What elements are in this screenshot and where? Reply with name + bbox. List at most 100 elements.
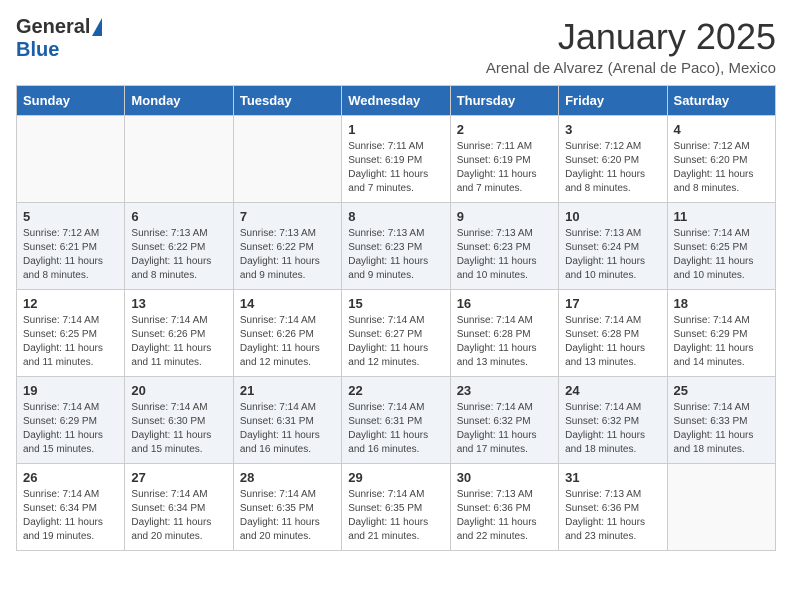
table-row: 26 Sunrise: 7:14 AM Sunset: 6:34 PM Dayli… [17,464,125,551]
day-number: 26 [23,470,118,485]
table-row: 18 Sunrise: 7:14 AM Sunset: 6:29 PM Dayli… [667,290,775,377]
day-detail: Sunrise: 7:14 AM Sunset: 6:25 PM Dayligh… [23,314,118,370]
day-number: 19 [23,383,118,398]
day-number: 21 [240,383,335,398]
table-row: 2Sunrise: 7:11 AM Sunset: 6:19 PM Daylig… [450,116,558,203]
location-title: Arenal de Alvarez (Arenal de Paco), Mexi… [486,60,776,77]
table-row: 19 Sunrise: 7:14 AM Sunset: 6:29 PM Dayli… [17,377,125,464]
month-title: January 2025 [486,16,776,58]
day-number: 22 [348,383,443,398]
day-number: 4 [674,122,769,137]
day-detail: Sunrise: 7:14 AM Sunset: 6:28 PM Dayligh… [565,314,660,370]
day-number: 9 [457,209,552,224]
col-wednesday: Wednesday [342,86,450,116]
day-detail: Sunrise: 7:14 AM Sunset: 6:31 PM Dayligh… [348,401,443,457]
day-detail: Sunrise: 7:14 AM Sunset: 6:35 PM Dayligh… [240,488,335,544]
table-row: 15 Sunrise: 7:14 AM Sunset: 6:27 PM Dayli… [342,290,450,377]
day-number: 1 [348,122,443,137]
calendar-header-row: Sunday Monday Tuesday Wednesday Thursday… [17,86,776,116]
day-detail: Sunrise: 7:12 AM Sunset: 6:20 PM Dayligh… [565,140,660,196]
table-row: 7Sunrise: 7:13 AM Sunset: 6:22 PM Daylig… [233,203,341,290]
table-row: 20 Sunrise: 7:14 AM Sunset: 6:30 PM Dayli… [125,377,233,464]
day-number: 18 [674,296,769,311]
table-row: 11 Sunrise: 7:14 AM Sunset: 6:25 PM Dayli… [667,203,775,290]
day-number: 20 [131,383,226,398]
day-number: 15 [348,296,443,311]
day-detail: Sunrise: 7:11 AM Sunset: 6:19 PM Dayligh… [348,140,443,196]
day-detail: Sunrise: 7:14 AM Sunset: 6:33 PM Dayligh… [674,401,769,457]
day-detail: Sunrise: 7:11 AM Sunset: 6:19 PM Dayligh… [457,140,552,196]
day-detail: Sunrise: 7:13 AM Sunset: 6:36 PM Dayligh… [457,488,552,544]
table-row: 9 Sunrise: 7:13 AM Sunset: 6:23 PM Daylig… [450,203,558,290]
day-number: 23 [457,383,552,398]
table-row: 30 Sunrise: 7:13 AM Sunset: 6:36 PM Dayli… [450,464,558,551]
table-row: 6 Sunrise: 7:13 AM Sunset: 6:22 PM Daylig… [125,203,233,290]
day-detail: Sunrise: 7:14 AM Sunset: 6:29 PM Dayligh… [674,314,769,370]
day-detail: Sunrise: 7:14 AM Sunset: 6:30 PM Dayligh… [131,401,226,457]
day-detail: Sunrise: 7:14 AM Sunset: 6:28 PM Dayligh… [457,314,552,370]
day-detail: Sunrise: 7:14 AM Sunset: 6:25 PM Dayligh… [674,227,769,283]
day-number: 6 [131,209,226,224]
day-detail: Sunrise: 7:14 AM Sunset: 6:32 PM Dayligh… [565,401,660,457]
day-detail: Sunrise: 7:13 AM Sunset: 6:23 PM Dayligh… [457,227,552,283]
table-row: 3 Sunrise: 7:12 AM Sunset: 6:20 PM Daylig… [559,116,667,203]
table-row: 5Sunrise: 7:12 AM Sunset: 6:21 PM Daylig… [17,203,125,290]
table-row: 8Sunrise: 7:13 AM Sunset: 6:23 PM Daylig… [342,203,450,290]
table-row [17,116,125,203]
col-monday: Monday [125,86,233,116]
day-detail: Sunrise: 7:14 AM Sunset: 6:35 PM Dayligh… [348,488,443,544]
day-detail: Sunrise: 7:14 AM Sunset: 6:34 PM Dayligh… [23,488,118,544]
table-row: 16 Sunrise: 7:14 AM Sunset: 6:28 PM Dayli… [450,290,558,377]
day-number: 28 [240,470,335,485]
col-friday: Friday [559,86,667,116]
day-number: 7 [240,209,335,224]
table-row: 28 Sunrise: 7:14 AM Sunset: 6:35 PM Dayli… [233,464,341,551]
table-row: 29 Sunrise: 7:14 AM Sunset: 6:35 PM Dayli… [342,464,450,551]
day-detail: Sunrise: 7:13 AM Sunset: 6:23 PM Dayligh… [348,227,443,283]
day-detail: Sunrise: 7:13 AM Sunset: 6:22 PM Dayligh… [131,227,226,283]
day-number: 3 [565,122,660,137]
day-detail: Sunrise: 7:14 AM Sunset: 6:29 PM Dayligh… [23,401,118,457]
logo-general-text: General [16,16,90,39]
table-row: 31Sunrise: 7:13 AM Sunset: 6:36 PM Dayli… [559,464,667,551]
table-row: 17 Sunrise: 7:14 AM Sunset: 6:28 PM Dayli… [559,290,667,377]
calendar-week-row: 19 Sunrise: 7:14 AM Sunset: 6:29 PM Dayli… [17,377,776,464]
day-detail: Sunrise: 7:14 AM Sunset: 6:34 PM Dayligh… [131,488,226,544]
day-number: 12 [23,296,118,311]
day-number: 30 [457,470,552,485]
col-thursday: Thursday [450,86,558,116]
day-detail: Sunrise: 7:13 AM Sunset: 6:24 PM Dayligh… [565,227,660,283]
calendar-week-row: 5Sunrise: 7:12 AM Sunset: 6:21 PM Daylig… [17,203,776,290]
calendar-week-row: 1 Sunrise: 7:11 AM Sunset: 6:19 PM Daylig… [17,116,776,203]
table-row: 10 Sunrise: 7:13 AM Sunset: 6:24 PM Dayli… [559,203,667,290]
table-row [125,116,233,203]
table-row: 23 Sunrise: 7:14 AM Sunset: 6:32 PM Dayli… [450,377,558,464]
table-row [667,464,775,551]
col-saturday: Saturday [667,86,775,116]
table-row: 27 Sunrise: 7:14 AM Sunset: 6:34 PM Dayli… [125,464,233,551]
day-number: 27 [131,470,226,485]
day-number: 10 [565,209,660,224]
day-number: 14 [240,296,335,311]
day-detail: Sunrise: 7:14 AM Sunset: 6:27 PM Dayligh… [348,314,443,370]
day-number: 17 [565,296,660,311]
calendar-week-row: 26 Sunrise: 7:14 AM Sunset: 6:34 PM Dayli… [17,464,776,551]
day-number: 11 [674,209,769,224]
day-number: 29 [348,470,443,485]
title-block: January 2025 Arenal de Alvarez (Arenal d… [486,16,776,77]
day-detail: Sunrise: 7:14 AM Sunset: 6:26 PM Dayligh… [240,314,335,370]
day-number: 13 [131,296,226,311]
day-number: 25 [674,383,769,398]
page-header: General Blue January 2025 Arenal de Alva… [16,16,776,77]
logo: General Blue [16,16,102,62]
day-number: 24 [565,383,660,398]
table-row: 22 Sunrise: 7:14 AM Sunset: 6:31 PM Dayli… [342,377,450,464]
day-number: 16 [457,296,552,311]
col-sunday: Sunday [17,86,125,116]
day-detail: Sunrise: 7:13 AM Sunset: 6:36 PM Dayligh… [565,488,660,544]
col-tuesday: Tuesday [233,86,341,116]
table-row [233,116,341,203]
calendar-week-row: 12 Sunrise: 7:14 AM Sunset: 6:25 PM Dayli… [17,290,776,377]
day-detail: Sunrise: 7:14 AM Sunset: 6:32 PM Dayligh… [457,401,552,457]
table-row: 4Sunrise: 7:12 AM Sunset: 6:20 PM Daylig… [667,116,775,203]
